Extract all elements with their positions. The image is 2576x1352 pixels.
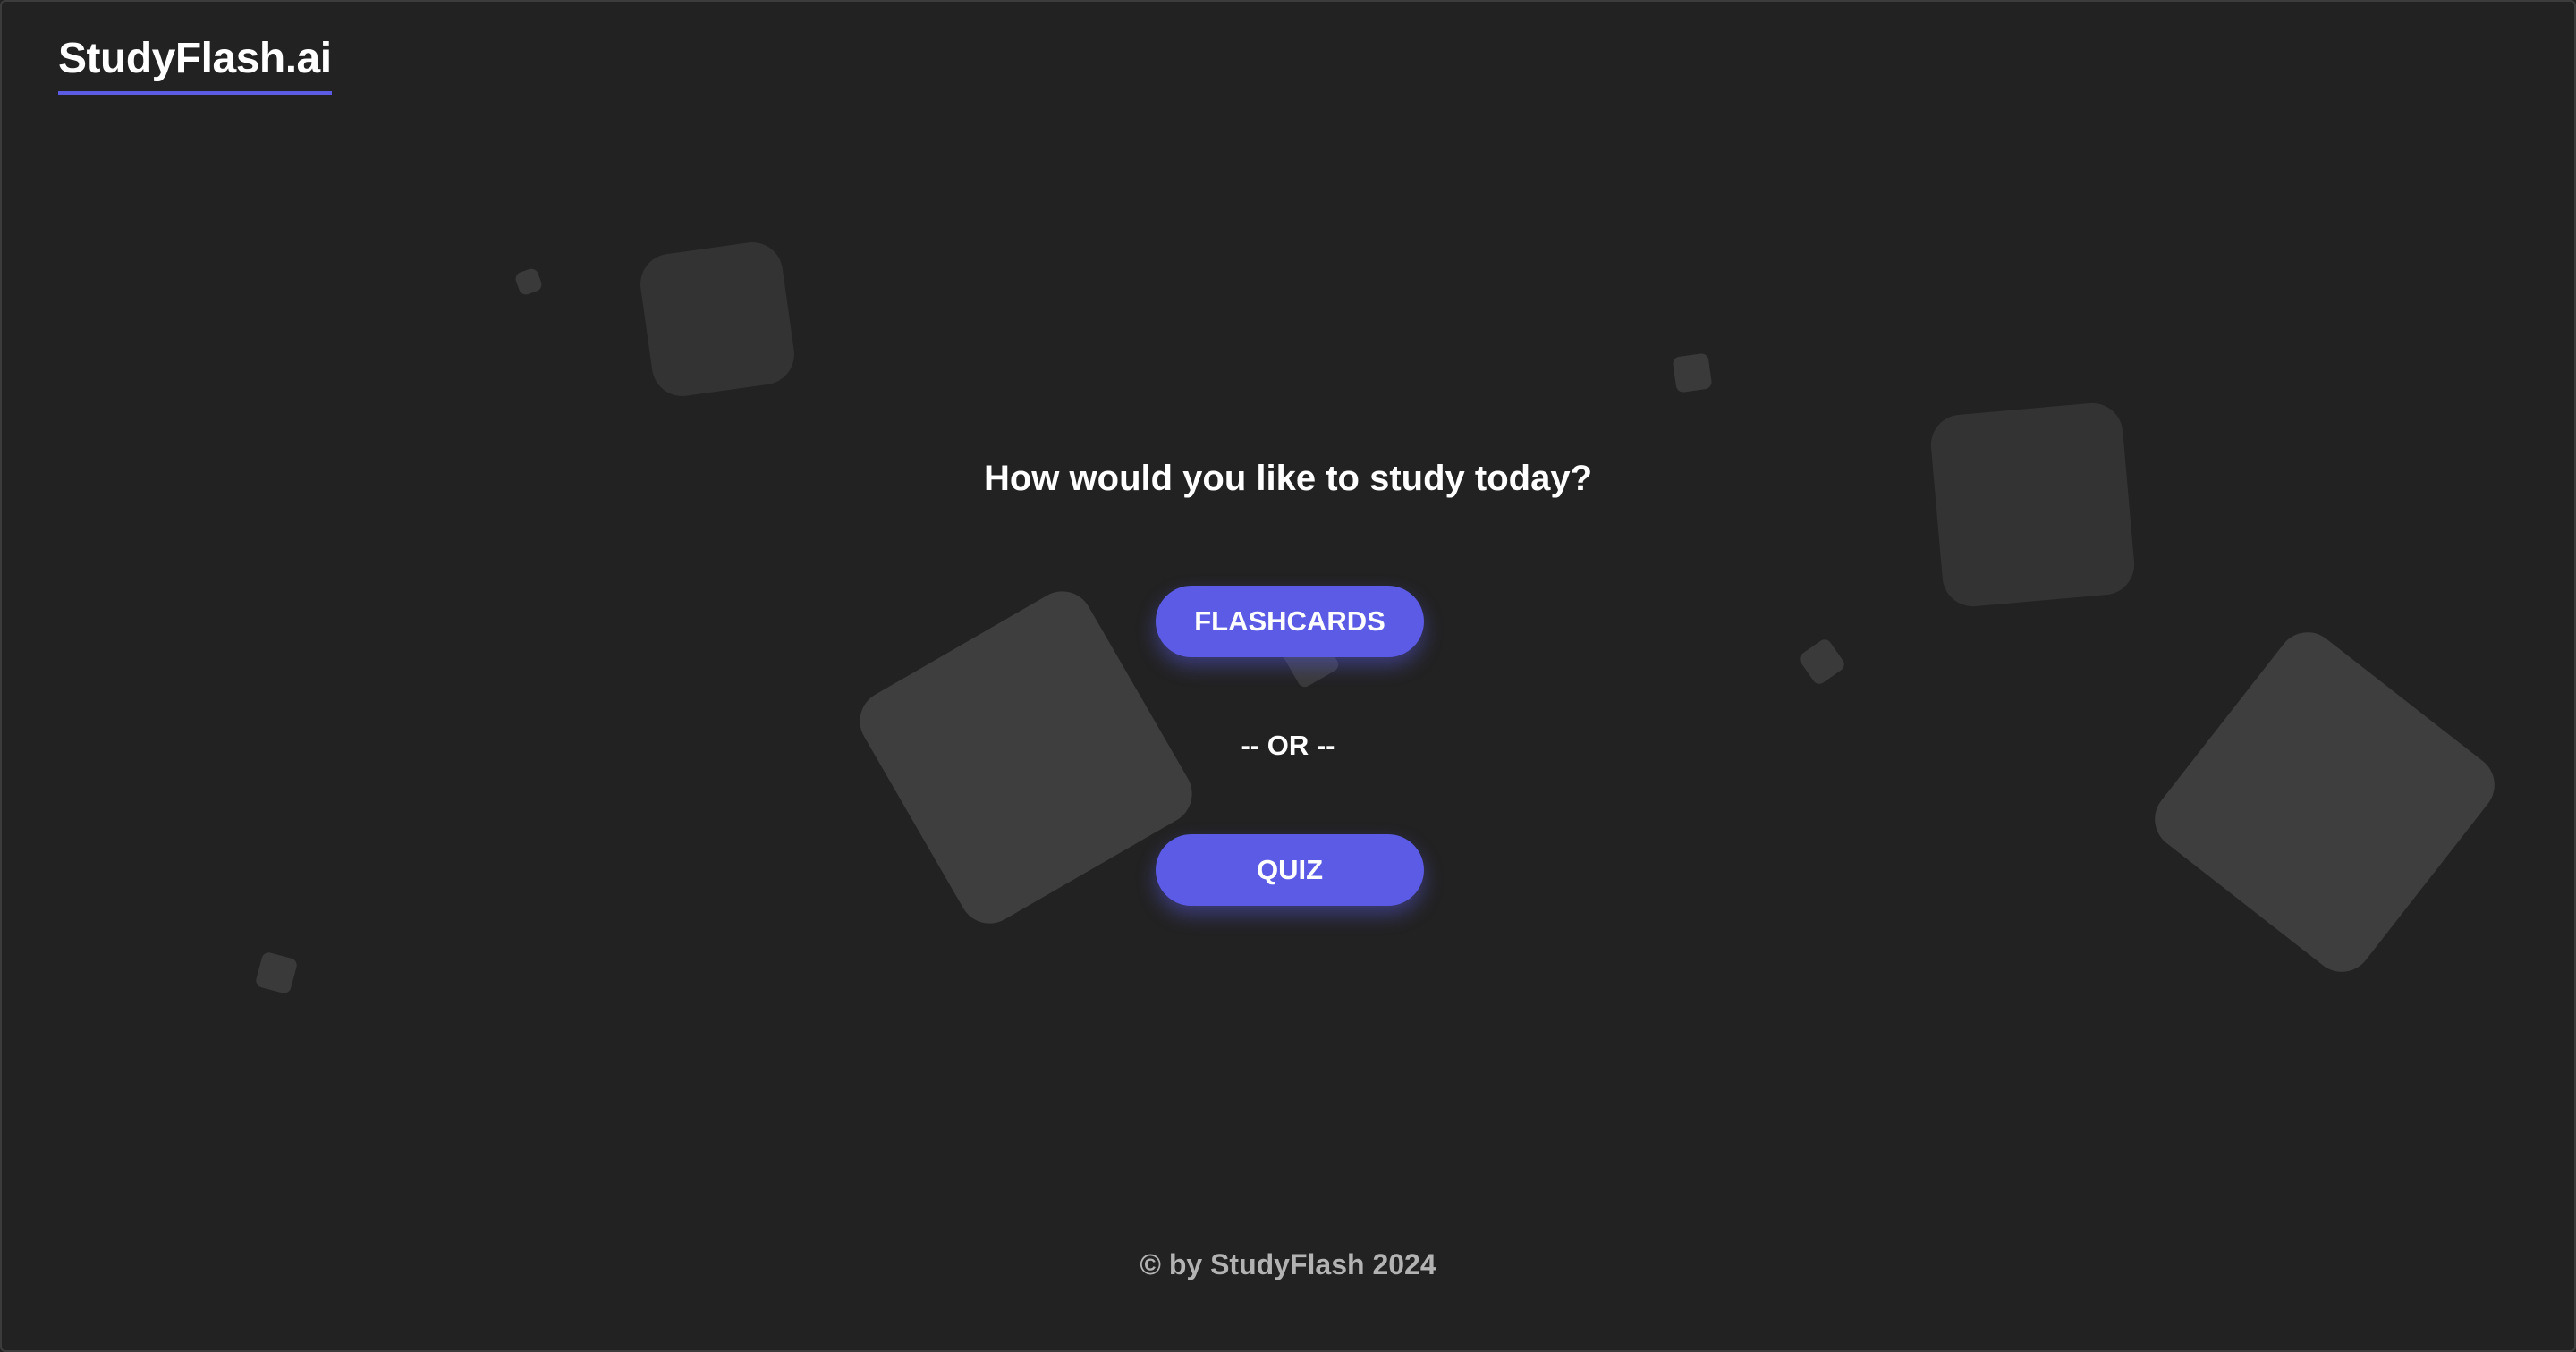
decor-shape: [1797, 637, 1847, 687]
decor-shape: [636, 238, 799, 401]
decor-shape: [513, 266, 544, 297]
decor-shape: [1928, 401, 2137, 609]
app-logo[interactable]: StudyFlash.ai: [58, 32, 332, 95]
footer-copyright: © by StudyFlash 2024: [1140, 1248, 1436, 1280]
flashcards-button[interactable]: FLASHCARDS: [1156, 586, 1424, 657]
quiz-button[interactable]: QUIZ: [1156, 834, 1424, 906]
decor-shape: [254, 951, 299, 995]
decor-shape: [1672, 352, 1713, 393]
or-separator: -- OR --: [1241, 730, 1335, 761]
decor-shape: [2142, 620, 2507, 984]
app-window: StudyFlash.ai How would you like to stud…: [0, 0, 2576, 1352]
page-title: How would you like to study today?: [983, 459, 1593, 498]
